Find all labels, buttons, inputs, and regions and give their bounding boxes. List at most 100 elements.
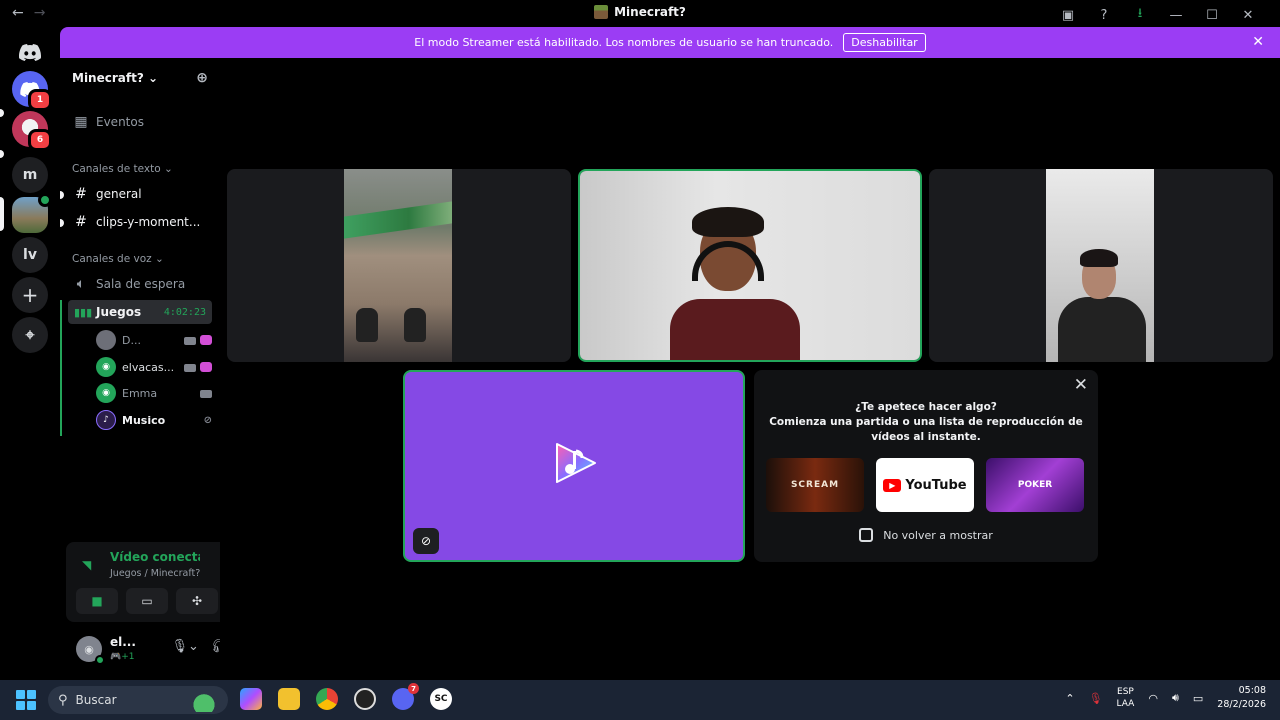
streamer-mode-banner: El modo Streamer está habilitado. Los no… [60, 27, 1280, 58]
battery-icon[interactable]: ▭ [1193, 692, 1203, 705]
microphone-icon[interactable]: 🎙︎⌄ [172, 639, 199, 654]
voice-status-title[interactable]: Vídeo conectado [110, 550, 200, 564]
language-code: ESP [1117, 687, 1134, 697]
download-icon[interactable]: ⭳ [1122, 4, 1158, 26]
hide-video-icon[interactable]: ⊘ [413, 528, 439, 554]
close-icon[interactable]: ✕ [1074, 375, 1088, 395]
dont-show-again[interactable]: No volver a mostrar [754, 528, 1098, 542]
copilot-icon[interactable] [240, 688, 262, 710]
card-label: SCREAM [790, 480, 840, 490]
taskbar-apps: 7 SC [240, 683, 452, 710]
voice-user-name: Emma [122, 386, 158, 400]
channel-label: general [96, 187, 142, 201]
server-lv[interactable]: lv [12, 237, 48, 273]
language-indicator[interactable]: ESP LAA [1117, 686, 1135, 710]
voice-user-name: D... [122, 333, 141, 347]
start-tile [16, 690, 25, 699]
add-server-icon[interactable]: + [12, 277, 48, 313]
guild-header[interactable]: Minecraft? ⌄ ⊕ [60, 58, 220, 98]
close-icon[interactable]: ✕ [1252, 34, 1264, 50]
disable-streamer-button[interactable]: Deshabilitar [843, 33, 926, 52]
chrome-icon[interactable] [316, 688, 338, 710]
activity-icon [200, 335, 212, 345]
system-tray: ⌃ 🎙︎ ESP LAA ◠ 🔊︎ ▭ 05:08 28/2/2026 [1065, 684, 1266, 712]
video-tile-3[interactable] [929, 169, 1273, 362]
text-category[interactable]: Canales de texto ⌄ [72, 163, 173, 175]
file-explorer-icon[interactable] [278, 688, 300, 710]
camera-icon [184, 364, 196, 372]
signal-icon: ◥ [82, 558, 92, 572]
channel-label: clips-y-moment... [96, 215, 201, 229]
discord-logo-icon [19, 43, 41, 61]
connected-line [60, 300, 62, 436]
promo-headline-line: ¿Te apetece hacer algo? [855, 401, 997, 413]
channel-label: Juegos [96, 305, 142, 319]
calendar-icon: ▦ [74, 114, 88, 130]
discord-home-button[interactable] [12, 34, 48, 70]
taskbar-clock[interactable]: 05:08 28/2/2026 [1217, 684, 1266, 712]
music-bot-logo-icon [556, 443, 596, 483]
wifi-icon[interactable]: ◠ [1148, 692, 1158, 705]
sc-app-icon[interactable]: SC [430, 688, 452, 710]
hash-icon: # [75, 186, 87, 202]
voice-category[interactable]: Canales de voz ⌄ [72, 253, 164, 265]
user-name[interactable]: el... [110, 635, 136, 649]
video-tile-2-speaking[interactable] [578, 169, 922, 362]
selected-indicator [0, 197, 4, 231]
activity-card-poker[interactable]: POKER [986, 458, 1084, 512]
server-minecraft[interactable] [12, 193, 52, 233]
video-tile-1[interactable] [227, 169, 571, 362]
voice-status-subtitle[interactable]: Juegos / Minecraft? [110, 568, 200, 579]
voice-user[interactable]: ◉ Emma [96, 381, 212, 405]
windows-start-icon[interactable] [16, 690, 36, 710]
activity-cards: SCREAM ▶ YouTube POKER [766, 458, 1084, 512]
help-icon[interactable]: ? [1086, 8, 1122, 23]
activity-card-youtube[interactable]: ▶ YouTube [876, 458, 974, 512]
volume-icon[interactable]: 🔊︎ [1172, 691, 1179, 705]
discover-icon[interactable]: ⌖ [12, 317, 48, 353]
taskbar-search[interactable]: ⚲ Buscar [48, 686, 228, 714]
maximize-button[interactable]: ☐ [1194, 8, 1230, 23]
video-feed [344, 169, 452, 362]
voice-user-icons [184, 335, 212, 345]
activities-button[interactable]: ✣ [176, 588, 218, 614]
window-controls: ▣ ? ⭳ — ☐ ✕ [1050, 4, 1266, 26]
voice-channel-juegos[interactable]: ▮▮▮ Juegos 4:02:23 [68, 300, 212, 324]
events-label: Eventos [96, 115, 144, 129]
video-feed-detail [356, 308, 378, 342]
minimize-button[interactable]: — [1158, 8, 1194, 23]
obs-icon[interactable] [354, 688, 376, 710]
activity-tile-musico[interactable]: ⊘ [403, 370, 745, 562]
camera-button[interactable]: ■ [76, 588, 118, 614]
close-window-button[interactable]: ✕ [1230, 8, 1266, 23]
channel-general[interactable]: # general [68, 182, 212, 206]
speaker-icon: 🔈︎ [76, 276, 86, 292]
activity-promo-panel: ✕ ¿Te apetece hacer algo? Comienza una p… [754, 370, 1098, 562]
window-titlebar: ← → Minecraft? ▣ ? ⭳ — ☐ ✕ [0, 0, 1280, 27]
video-feed-detail [404, 308, 426, 342]
video-off-icon: ⊘ [203, 414, 212, 426]
events-item[interactable]: ▦ Eventos [68, 110, 212, 134]
video-active-icon [38, 193, 52, 207]
voice-user[interactable]: ◉ elvacas... [96, 355, 212, 379]
activity-card-scream[interactable]: SCREAM [766, 458, 864, 512]
video-feed [1046, 169, 1154, 362]
voice-user[interactable]: ♪ Musico ⊘ [96, 408, 212, 432]
voice-channel-waiting[interactable]: 🔈︎ Sala de espera [68, 272, 212, 296]
voice-user-name: Musico [122, 413, 166, 427]
promo-headline-line: Comienza una partida o una lista de repr… [769, 416, 1083, 428]
discord-taskbar-icon[interactable]: 7 [392, 683, 419, 710]
screen-share-icon[interactable]: ▣ [1050, 8, 1086, 23]
server-m[interactable]: m [12, 157, 48, 193]
server-ghost[interactable]: 6 [12, 111, 52, 151]
banner-message: El modo Streamer está habilitado. Los no… [414, 36, 834, 49]
invite-icon[interactable]: ⊕ [196, 70, 208, 86]
microphone-active-icon[interactable]: 🎙︎ [1089, 692, 1103, 705]
voice-user[interactable]: D... [96, 328, 212, 352]
channel-clips[interactable]: # clips-y-moment... [68, 210, 212, 234]
share-screen-button[interactable]: ▭ [126, 588, 168, 614]
checkbox[interactable] [859, 528, 874, 542]
server-discord[interactable]: 1 [12, 71, 52, 111]
chevron-up-icon[interactable]: ⌃ [1065, 692, 1074, 705]
clock-time: 05:08 [1238, 685, 1266, 696]
